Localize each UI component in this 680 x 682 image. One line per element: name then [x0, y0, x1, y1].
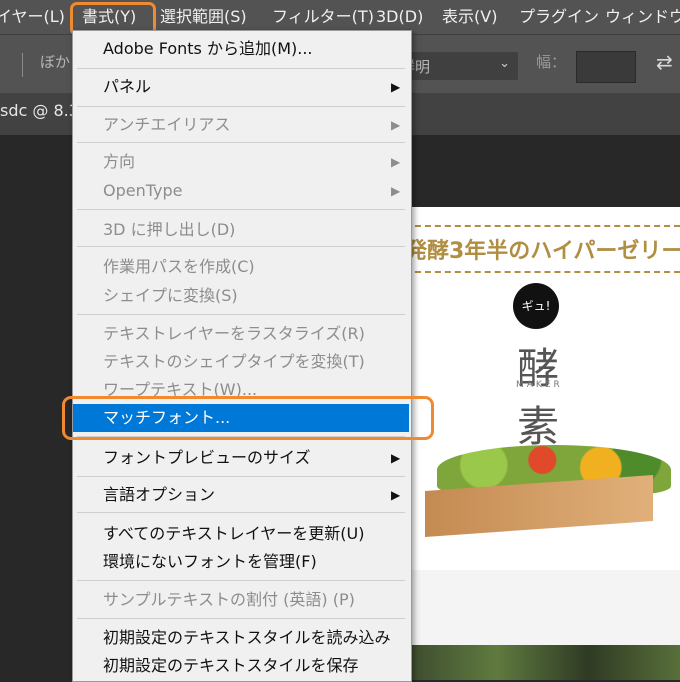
menu-item-label: シェイプに変換(S)	[103, 286, 238, 305]
submenu-arrow-icon: ▶	[391, 118, 401, 132]
menu-separator	[77, 209, 405, 210]
menu-view[interactable]: 表示(V)	[442, 0, 497, 34]
menu-separator	[77, 68, 405, 69]
chevron-down-icon: ⌄	[499, 56, 510, 71]
menu-layer[interactable]: レイヤー(L)	[0, 0, 65, 34]
submenu-arrow-icon: ▶	[391, 155, 401, 169]
menu-item-label: OpenType	[103, 181, 183, 200]
menu-separator	[77, 476, 405, 477]
menu-item-rasterize[interactable]: テキストレイヤーをラスタライズ(R)	[73, 320, 409, 348]
menu-item-opentype[interactable]: OpenType ▶	[73, 177, 409, 205]
menu-item-panel[interactable]: パネル ▶	[73, 73, 409, 101]
antialias-dropdown[interactable]: 鮮明 ⌄	[400, 52, 518, 80]
menu-item-label: パネル	[103, 77, 152, 96]
menu-item-label: 言語オプション	[103, 485, 216, 504]
menu-item-label: サンプルテキストの割付 (英語) (P)	[103, 590, 355, 609]
document-tab[interactable]: sdc @ 8.3	[0, 101, 79, 120]
menu-separator	[77, 580, 405, 581]
menu-item-adobe-fonts[interactable]: Adobe Fonts から追加(M)...	[73, 35, 409, 63]
dashed-rule	[405, 225, 680, 227]
canvas-headline: 発酵3年半のハイパーゼリー!	[405, 239, 680, 264]
menu-separator	[77, 246, 405, 247]
menu-item-load-default-type-styles[interactable]: 初期設定のテキストスタイルを読み込み	[73, 624, 409, 652]
menu-item-manage-missing-fonts[interactable]: 環境にないフォントを管理(F)	[73, 548, 409, 576]
submenu-arrow-icon: ▶	[391, 451, 401, 465]
menu-separator	[77, 142, 405, 143]
menu-item-label: Adobe Fonts から追加(M)...	[103, 39, 313, 58]
menu-item-label: すべてのテキストレイヤーを更新(U)	[103, 524, 365, 543]
menu-item-label: 環境にないフォントを管理(F)	[103, 552, 317, 571]
menu-item-label: 初期設定のテキストスタイルを保存	[103, 656, 359, 675]
menu-item-label: 3D に押し出し(D)	[103, 220, 236, 239]
width-input[interactable]	[576, 51, 636, 83]
menu-item-antialias[interactable]: アンチエイリアス ▶	[73, 111, 409, 139]
submenu-arrow-icon: ▶	[391, 488, 401, 502]
toolbar-divider	[22, 53, 23, 77]
menu-item-label: アンチエイリアス	[103, 115, 231, 134]
menu-item-label: 作業用パスを作成(C)	[103, 257, 255, 276]
canvas-document[interactable]: 発酵3年半のハイパーゼリー! ギュ! 酵 MAKER 素	[405, 207, 680, 680]
menu-3d[interactable]: 3D(D)	[376, 0, 423, 34]
menu-item-label: テキストのシェイプタイプを変換(T)	[103, 352, 365, 371]
blur-label: ぼか	[40, 53, 71, 71]
menu-separator	[77, 512, 405, 513]
menu-filter[interactable]: フィルター(T)	[272, 0, 374, 34]
menu-item-paste-lorem-ipsum[interactable]: サンプルテキストの割付 (英語) (P)	[73, 586, 409, 614]
menu-separator	[77, 314, 405, 315]
menu-item-font-preview-size[interactable]: フォントプレビューのサイズ ▶	[73, 444, 409, 472]
canvas-badge: ギュ!	[513, 283, 559, 329]
menu-item-update-all-text-layers[interactable]: すべてのテキストレイヤーを更新(U)	[73, 520, 409, 548]
menu-item-label: フォントプレビューのサイズ	[103, 448, 311, 467]
menu-item-3d-extrude[interactable]: 3D に押し出し(D)	[73, 216, 409, 244]
canvas-maker-text: MAKER	[516, 380, 563, 390]
menu-select[interactable]: 選択範囲(S)	[160, 0, 247, 34]
type-menu: Adobe Fonts から追加(M)... パネル ▶ アンチエイリアス ▶ 方向…	[72, 30, 412, 682]
menu-window[interactable]: ウィンドウ(W)	[605, 0, 680, 34]
swap-icon[interactable]: ⇄	[656, 50, 673, 74]
submenu-arrow-icon: ▶	[391, 184, 401, 198]
menu-item-convert-shape-type[interactable]: テキストのシェイプタイプを変換(T)	[73, 348, 409, 376]
menu-item-convert-to-shape[interactable]: シェイプに変換(S)	[73, 282, 409, 310]
menu-item-create-work-path[interactable]: 作業用パスを作成(C)	[73, 253, 409, 281]
menu-item-label: 方向	[103, 152, 136, 171]
menu-item-label: テキストレイヤーをラスタライズ(R)	[103, 324, 365, 343]
greens-photo	[405, 645, 680, 680]
menu-item-orientation[interactable]: 方向 ▶	[73, 148, 409, 176]
menu-item-language-options[interactable]: 言語オプション ▶	[73, 481, 409, 509]
menu-item-save-default-type-styles[interactable]: 初期設定のテキストスタイルを保存	[73, 652, 409, 680]
menu-separator	[77, 618, 405, 619]
menu-separator	[77, 106, 405, 107]
menu-plugins[interactable]: プラグイン	[519, 0, 599, 34]
menu-item-label: 初期設定のテキストスタイルを読み込み	[103, 628, 391, 647]
submenu-arrow-icon: ▶	[391, 80, 401, 94]
width-label: 幅：	[536, 53, 567, 71]
dashed-rule	[405, 271, 680, 273]
annotation-ring-match-font	[62, 396, 434, 440]
